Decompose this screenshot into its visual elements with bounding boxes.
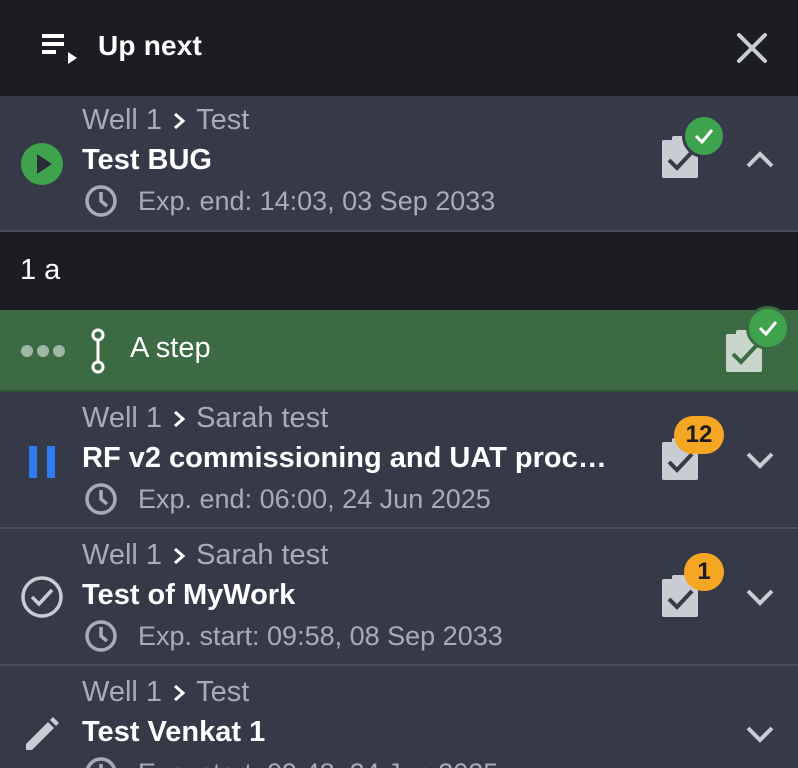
pencil-icon[interactable]	[20, 712, 64, 756]
time-text: Exp. start: 09:48, 24 Jun 2025	[138, 758, 498, 768]
breadcrumb-parent: Well 1	[82, 539, 163, 571]
count-badge: 12	[674, 416, 724, 454]
play-icon[interactable]	[20, 142, 64, 186]
task-time: Exp. start: 09:58, 08 Sep 2033	[84, 619, 503, 653]
task-time: Exp. end: 14:03, 03 Sep 2033	[84, 184, 495, 218]
breadcrumb: Well 1 Test	[82, 104, 249, 137]
task-time: Exp. end: 06:00, 24 Jun 2025	[84, 482, 491, 516]
chevron-down-icon[interactable]	[742, 442, 778, 478]
chevron-right-icon	[174, 684, 186, 701]
panel-header: Up next	[0, 0, 798, 96]
pause-icon[interactable]	[20, 440, 64, 484]
chevron-right-icon	[174, 547, 186, 564]
time-text: Exp. end: 06:00, 24 Jun 2025	[138, 483, 491, 514]
close-icon[interactable]	[730, 26, 774, 70]
count-badge: 1	[684, 553, 724, 591]
clock-icon	[85, 185, 117, 217]
time-text: Exp. start: 09:58, 08 Sep 2033	[138, 620, 503, 651]
section-header: 1 a	[0, 232, 798, 310]
status-badge	[746, 306, 790, 350]
task-name: Test BUG	[82, 144, 212, 176]
task-name: Test of MyWork	[82, 579, 296, 611]
chevron-right-icon	[174, 112, 186, 129]
breadcrumb-child: Test	[196, 104, 250, 136]
status-badge	[682, 114, 726, 158]
breadcrumb: Well 1 Test	[82, 676, 249, 709]
queue-item[interactable]: Well 1 Sarah test Test of MyWork Exp. st…	[0, 529, 798, 666]
queue-play-icon	[42, 34, 77, 64]
breadcrumb: Well 1 Sarah test	[82, 539, 328, 572]
check-icon	[694, 129, 714, 145]
route-icon	[91, 328, 105, 374]
chevron-down-icon[interactable]	[742, 579, 778, 615]
breadcrumb-parent: Well 1	[82, 104, 163, 136]
chevron-right-icon	[174, 410, 186, 427]
panel-title: Up next	[98, 30, 203, 61]
more-icon[interactable]	[20, 344, 66, 358]
clock-icon	[85, 483, 117, 515]
breadcrumb-child: Sarah test	[196, 539, 329, 571]
chevron-down-icon[interactable]	[742, 716, 778, 752]
task-name: Test Venkat 1	[82, 716, 266, 748]
time-text: Exp. end: 14:03, 03 Sep 2033	[138, 185, 496, 216]
section-label: 1 a	[20, 254, 61, 286]
step-row[interactable]: A step	[0, 306, 798, 392]
breadcrumb-parent: Well 1	[82, 402, 163, 434]
breadcrumb-child: Sarah test	[196, 402, 329, 434]
step-label: A step	[130, 332, 211, 364]
clock-icon	[85, 620, 117, 652]
breadcrumb-parent: Well 1	[82, 676, 163, 708]
queue-item[interactable]: Well 1 Test Test BUG Exp. end: 14:03, 03…	[0, 96, 798, 232]
breadcrumb-child: Test	[196, 676, 250, 708]
check-circle-icon[interactable]	[20, 575, 64, 619]
up-next-panel: Up next Well 1 Test Test BUG Exp. end: 1…	[0, 0, 798, 768]
task-name: RF v2 commissioning and UAT proc…	[82, 442, 607, 474]
breadcrumb: Well 1 Sarah test	[82, 402, 328, 435]
task-time: Exp. start: 09:48, 24 Jun 2025	[84, 756, 498, 768]
check-icon	[758, 321, 778, 337]
clock-icon	[86, 757, 116, 768]
chevron-up-icon[interactable]	[742, 142, 778, 178]
queue-item[interactable]: Well 1 Sarah test RF v2 commissioning an…	[0, 392, 798, 529]
queue-item[interactable]: Well 1 Test Test Venkat 1 Exp. start: 09…	[0, 666, 798, 768]
